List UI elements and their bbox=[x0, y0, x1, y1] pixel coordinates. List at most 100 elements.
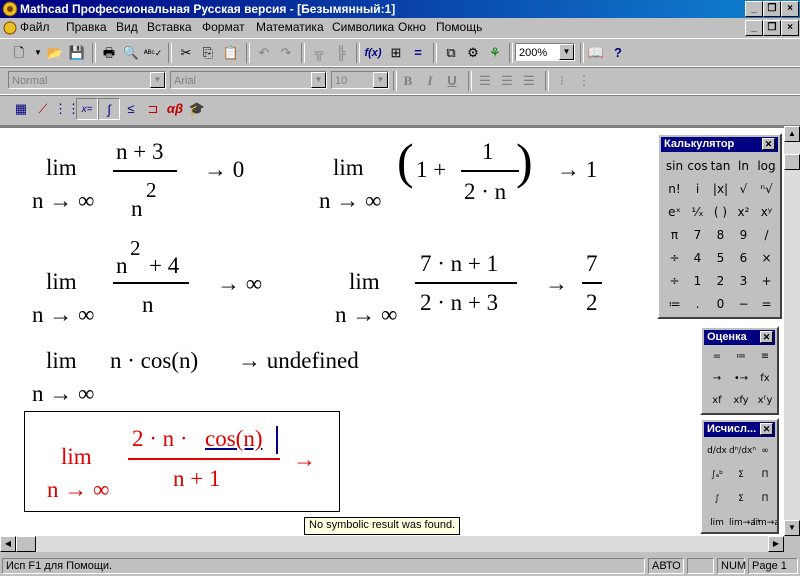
calculator-palette-icon[interactable]: ▦ bbox=[10, 98, 32, 120]
doc-close-button[interactable]: × bbox=[781, 20, 799, 36]
matrix-palette-icon[interactable]: ⋮⋮ bbox=[54, 98, 80, 120]
calculator-key[interactable]: ≔ bbox=[663, 293, 686, 316]
underline-button[interactable]: U bbox=[441, 70, 463, 92]
scroll-thumb[interactable] bbox=[16, 536, 36, 552]
close-icon[interactable]: ✕ bbox=[760, 331, 773, 343]
calculator-key[interactable]: |x| bbox=[709, 178, 732, 201]
calculator-key[interactable]: 9 bbox=[732, 224, 755, 247]
calculator-key[interactable]: / bbox=[755, 224, 778, 247]
zoom-select[interactable]: 200% ▼ bbox=[515, 43, 575, 61]
calculus-key[interactable]: Π bbox=[753, 463, 777, 487]
bold-button[interactable]: B bbox=[397, 70, 419, 92]
align-left-icon[interactable]: ╠ bbox=[330, 42, 352, 64]
calculator-key[interactable]: n! bbox=[663, 178, 686, 201]
doc-restore-button[interactable]: ❐ bbox=[763, 20, 781, 36]
align-center-text-icon[interactable]: ☰ bbox=[496, 70, 518, 92]
calculus-key[interactable]: dⁿ/dxⁿ bbox=[729, 439, 756, 463]
calculator-key[interactable]: xʸ bbox=[755, 201, 778, 224]
scroll-down-icon[interactable]: ▼ bbox=[784, 520, 800, 536]
chevron-down-icon[interactable]: ▼ bbox=[150, 72, 165, 88]
calculus-key[interactable]: Π bbox=[753, 487, 777, 511]
calculator-key[interactable]: 0 bbox=[709, 293, 732, 316]
align-right-text-icon[interactable]: ☰ bbox=[518, 70, 540, 92]
symbolic-palette-icon[interactable]: 🎓 bbox=[186, 98, 208, 120]
align-top-icon[interactable]: ╦ bbox=[308, 42, 330, 64]
calculator-key[interactable]: 6 bbox=[732, 247, 755, 270]
calculator-key[interactable]: 7 bbox=[686, 224, 709, 247]
calculator-key[interactable]: ⁿ√ bbox=[755, 178, 778, 201]
calculator-key[interactable]: 5 bbox=[709, 247, 732, 270]
evaluation-key[interactable]: xᶠy bbox=[753, 390, 777, 412]
palette-title[interactable]: Оценка ✕ bbox=[704, 330, 775, 345]
calculator-key[interactable]: x² bbox=[732, 201, 755, 224]
menu-edit[interactable]: Правка bbox=[66, 20, 107, 34]
calculator-key[interactable]: 4 bbox=[686, 247, 709, 270]
calculate-icon[interactable]: = bbox=[407, 42, 429, 64]
scroll-thumb[interactable] bbox=[784, 154, 800, 170]
spellcheck-icon[interactable]: ᴬᴮᶜ✓ bbox=[142, 42, 164, 64]
evaluation-key[interactable]: fx bbox=[753, 368, 777, 390]
close-icon[interactable]: ✕ bbox=[762, 138, 775, 150]
evaluation-palette-icon[interactable]: x= bbox=[76, 98, 98, 120]
save-icon[interactable]: 💾 bbox=[66, 42, 88, 64]
evaluation-key[interactable]: → bbox=[705, 368, 729, 390]
redo-icon[interactable]: ↷ bbox=[275, 42, 297, 64]
calculus-key[interactable]: ∞ bbox=[753, 439, 777, 463]
component-icon[interactable]: ⧉ bbox=[440, 42, 462, 64]
calculus-palette-icon[interactable]: ∫ bbox=[98, 98, 120, 120]
help-icon[interactable]: ? bbox=[607, 42, 629, 64]
calculator-key[interactable]: ( ) bbox=[709, 201, 732, 224]
calculus-key[interactable]: Σ bbox=[729, 463, 753, 487]
calculator-key[interactable]: ÷ bbox=[663, 247, 686, 270]
calculus-key[interactable]: d/dx bbox=[705, 439, 729, 463]
calculator-key[interactable]: log bbox=[755, 155, 778, 178]
numerator-part-b[interactable]: cos(n) bbox=[205, 426, 262, 452]
programming-palette-icon[interactable]: ⊐ bbox=[142, 98, 164, 120]
close-button[interactable]: × bbox=[781, 1, 799, 17]
calculator-key[interactable]: 2 bbox=[709, 270, 732, 293]
calculator-key[interactable]: = bbox=[755, 293, 778, 316]
calculus-key[interactable]: Σ bbox=[729, 487, 753, 511]
calculator-key[interactable]: π bbox=[663, 224, 686, 247]
calculator-key[interactable]: 1 bbox=[686, 270, 709, 293]
scroll-up-icon[interactable]: ▲ bbox=[784, 126, 800, 142]
doc-minimize-button[interactable]: _ bbox=[745, 20, 763, 36]
calculator-key[interactable]: × bbox=[755, 247, 778, 270]
menu-view[interactable]: Вид bbox=[116, 20, 138, 34]
minimize-button[interactable]: _ bbox=[745, 1, 763, 17]
calculator-key[interactable]: sin bbox=[663, 155, 686, 178]
close-icon[interactable]: ✕ bbox=[760, 423, 773, 435]
maximize-button[interactable]: ❐ bbox=[763, 1, 781, 17]
boolean-palette-icon[interactable]: ≤ bbox=[120, 98, 142, 120]
calculus-key[interactable]: ∫ₐᵇ bbox=[705, 463, 729, 487]
calculator-key[interactable]: 8 bbox=[709, 224, 732, 247]
chevron-down-icon[interactable]: ▼ bbox=[373, 72, 388, 88]
italic-button[interactable]: I bbox=[419, 70, 441, 92]
evaluation-key[interactable]: xfy bbox=[729, 390, 753, 412]
calculator-key[interactable]: + bbox=[755, 270, 778, 293]
paste-icon[interactable]: 📋 bbox=[220, 42, 242, 64]
calculator-key[interactable]: 3 bbox=[732, 270, 755, 293]
menu-symbolics[interactable]: Символика bbox=[332, 20, 394, 34]
vertical-scrollbar[interactable]: ▲ ▼ bbox=[784, 126, 800, 536]
menu-window[interactable]: Окно bbox=[398, 20, 426, 34]
calculus-key[interactable]: lim→a⁻ bbox=[753, 511, 777, 532]
align-left-text-icon[interactable]: ☰ bbox=[474, 70, 496, 92]
copy-icon[interactable]: ⎘ bbox=[197, 42, 219, 64]
font-size-select[interactable]: 10 ▼ bbox=[331, 71, 389, 89]
menu-file[interactable]: Файл bbox=[20, 20, 50, 34]
insert-unit-icon[interactable]: ⊞ bbox=[385, 42, 407, 64]
calculator-key[interactable]: cos bbox=[686, 155, 709, 178]
print-preview-icon[interactable]: 🔍 bbox=[120, 42, 142, 64]
undo-icon[interactable]: ↶ bbox=[253, 42, 275, 64]
component-wizard-icon[interactable]: ⚘ bbox=[484, 42, 506, 64]
calculus-key[interactable]: lim bbox=[705, 511, 729, 532]
style-select[interactable]: Normal ▼ bbox=[8, 71, 166, 89]
chevron-down-icon[interactable]: ▼ bbox=[311, 72, 326, 88]
graph-palette-icon[interactable]: ⟋ bbox=[32, 98, 54, 120]
scroll-right-icon[interactable]: ▶ bbox=[768, 536, 784, 552]
menu-math[interactable]: Математика bbox=[256, 20, 324, 34]
evaluation-key[interactable]: = bbox=[705, 346, 729, 368]
menu-help[interactable]: Помощь bbox=[436, 20, 482, 34]
calculator-key[interactable]: ln bbox=[732, 155, 755, 178]
